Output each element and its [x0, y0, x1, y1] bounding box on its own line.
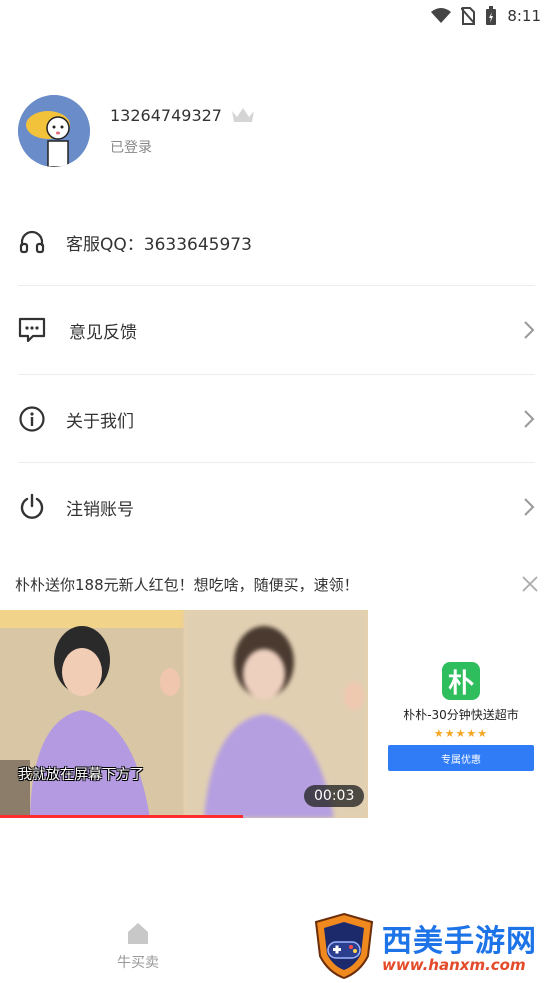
battery-icon: [486, 6, 497, 25]
ad-title[interactable]: 朴朴送你188元新人红包！想吃啥，随便买，速领！: [15, 574, 359, 595]
video-duration: 00:03: [304, 785, 365, 807]
login-status: 已登录: [110, 140, 152, 156]
feedback-label: 意见反馈: [69, 322, 137, 343]
ad-app-card[interactable]: 朴 朴朴-30分钟快送超市 ★★★★★ 专属优惠: [388, 662, 534, 771]
crown-icon: [231, 108, 254, 122]
menu-logout[interactable]: 注销账号: [18, 463, 535, 551]
status-bar: 8:11: [0, 0, 553, 32]
info-icon: [18, 405, 46, 433]
headset-icon: [18, 228, 46, 256]
watermark-logo: 西美手游网 www.hanxm.com: [310, 912, 550, 980]
logout-label: 注销账号: [66, 499, 134, 520]
video-frame-left: [0, 610, 184, 818]
no-sim-icon: [461, 7, 476, 25]
avatar[interactable]: [18, 95, 90, 167]
home-icon: [128, 923, 148, 944]
menu-about[interactable]: 关于我们: [18, 375, 535, 463]
tab-niumaimai[interactable]: 牛买卖: [110, 920, 166, 972]
menu-customer-service[interactable]: 客服QQ：3633645973: [18, 198, 535, 286]
video-progress-bar: [0, 815, 243, 818]
chevron-right-icon: [524, 321, 535, 339]
chevron-right-icon: [524, 410, 535, 428]
tab-label: 牛买卖: [117, 955, 159, 971]
cta-button[interactable]: 专属优惠: [388, 745, 534, 771]
video-subtitle: 我就放在屏幕下方了: [18, 767, 144, 783]
watermark-url: www.hanxm.com: [382, 956, 526, 974]
menu-feedback[interactable]: 意见反馈: [18, 286, 535, 374]
about-label: 关于我们: [66, 411, 134, 432]
message-icon: [18, 316, 46, 344]
power-icon: [18, 493, 46, 521]
customer-service-label: 客服QQ：3633645973: [66, 234, 252, 255]
watermark-text: 西美手游网: [382, 924, 537, 959]
phone-number: 13264749327: [110, 105, 222, 125]
close-icon[interactable]: [521, 575, 539, 593]
chevron-right-icon: [524, 498, 535, 516]
rating-stars: ★★★★★: [433, 727, 489, 740]
app-name: 朴朴-30分钟快送超市: [403, 708, 519, 722]
profile-header[interactable]: 13264749327 已登录: [18, 95, 256, 167]
status-time: 8:11: [507, 7, 541, 25]
gamepad-shield-icon: [314, 912, 374, 980]
wifi-icon: [431, 8, 452, 23]
app-logo: 朴: [442, 662, 480, 700]
